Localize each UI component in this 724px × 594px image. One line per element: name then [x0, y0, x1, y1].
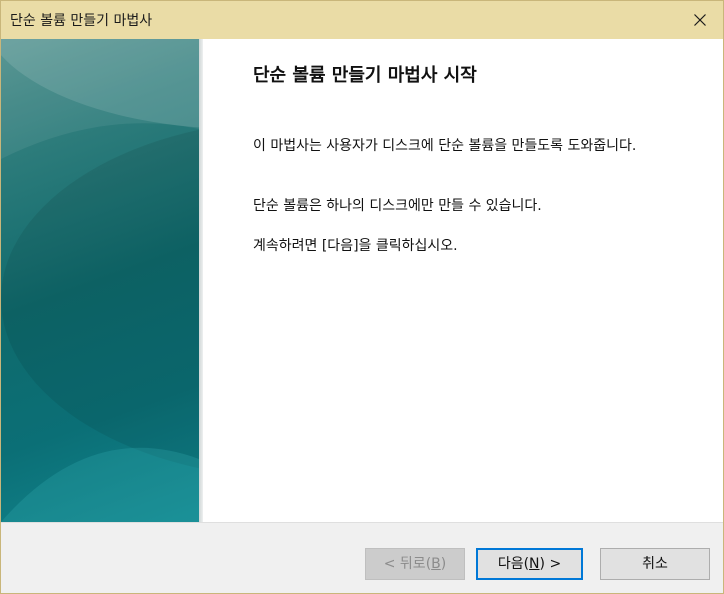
close-icon — [694, 14, 706, 26]
close-button[interactable] — [677, 1, 723, 39]
page-title: 단순 볼륨 만들기 마법사 시작 — [253, 65, 477, 86]
back-button[interactable]: < 뒤로(B) — [365, 548, 465, 580]
window-title: 단순 볼륨 만들기 마법사 — [10, 13, 153, 29]
next-button[interactable]: 다음(N) > — [476, 548, 583, 580]
wizard-window: 단순 볼륨 만들기 마법사 단순 볼륨 만들기 마법사 시작 이 마법사는 사용… — [0, 0, 724, 594]
info-text: 단순 볼륨은 하나의 디스크에만 만들 수 있습니다. — [253, 198, 542, 214]
title-bar: 단순 볼륨 만들기 마법사 — [1, 1, 723, 39]
intro-text: 이 마법사는 사용자가 디스크에 단순 볼륨을 만들도록 도와줍니다. — [253, 138, 637, 154]
instruction-text: 계속하려면 [다음]을 클릭하십시오. — [253, 238, 458, 254]
wizard-content: 단순 볼륨 만들기 마법사 시작 이 마법사는 사용자가 디스크에 단순 볼륨을… — [203, 39, 723, 522]
wizard-banner-image — [1, 39, 199, 522]
cancel-button[interactable]: 취소 — [600, 548, 710, 580]
button-bar: < 뒤로(B) 다음(N) > 취소 — [1, 523, 723, 593]
